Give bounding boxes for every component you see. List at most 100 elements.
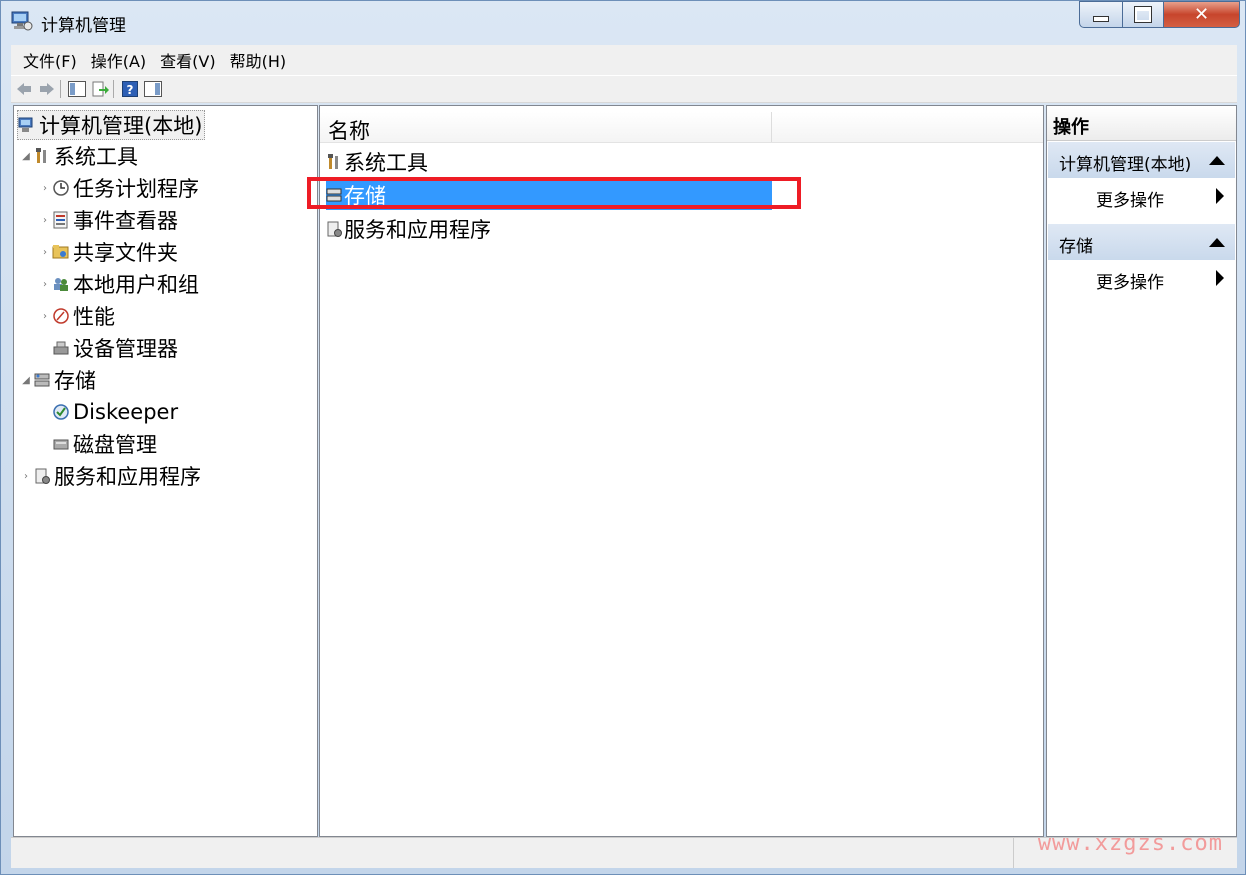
close-button[interactable]: ✕ xyxy=(1163,1,1240,28)
tree-item-shared-folders[interactable]: › 共享文件夹 xyxy=(38,238,178,266)
actions-section-title: 计算机管理(本地) xyxy=(1059,155,1192,175)
event-viewer-icon xyxy=(53,211,68,229)
show-tree-button[interactable] xyxy=(67,79,87,99)
list-item-services-applications[interactable]: 服务和应用程序 xyxy=(326,214,491,244)
column-header-name[interactable]: 名称 xyxy=(328,115,370,145)
actions-pane-header: 操作 xyxy=(1047,106,1236,141)
status-bar-divider xyxy=(1013,838,1014,868)
device-manager-icon xyxy=(53,341,69,355)
back-button[interactable] xyxy=(14,79,34,99)
maximize-button[interactable] xyxy=(1122,1,1164,28)
tree-label: Diskeeper xyxy=(73,400,179,424)
column-divider[interactable] xyxy=(771,112,772,142)
services-icon xyxy=(35,468,50,484)
tree-label: 磁盘管理 xyxy=(73,433,157,457)
expand-arrow-icon[interactable]: › xyxy=(19,471,33,482)
tree-label: 性能 xyxy=(73,305,115,329)
maximize-icon xyxy=(1134,6,1152,23)
actions-pane-title: 操作 xyxy=(1053,117,1089,138)
tree-label: 事件查看器 xyxy=(73,209,178,233)
tree-item-diskeeper[interactable]: Diskeeper xyxy=(52,398,178,426)
tree-label: 系统工具 xyxy=(54,145,138,169)
collapse-arrow-icon[interactable]: ◢ xyxy=(19,375,33,386)
actions-section-computer-management[interactable]: 计算机管理(本地) xyxy=(1048,142,1235,178)
action-label: 更多操作 xyxy=(1096,273,1164,293)
computer-management-icon xyxy=(18,117,33,132)
menu-bar: 文件(F) 操作(A) 查看(V) 帮助(H) xyxy=(11,45,1237,75)
tree-item-services-applications[interactable]: › 服务和应用程序 xyxy=(19,462,201,490)
action-label: 更多操作 xyxy=(1096,191,1164,211)
toolbar: ? xyxy=(11,75,1237,103)
tree-item-disk-management[interactable]: 磁盘管理 xyxy=(52,430,157,458)
tools-icon xyxy=(328,154,338,169)
tree-label: 存储 xyxy=(54,369,96,393)
expand-arrow-icon[interactable]: › xyxy=(38,215,52,226)
window-title: 计算机管理 xyxy=(41,16,126,36)
help-button[interactable]: ? xyxy=(120,79,140,99)
tree-item-task-scheduler[interactable]: › 任务计划程序 xyxy=(38,174,199,202)
expand-arrow-icon[interactable]: › xyxy=(38,311,52,322)
column-header: 名称 xyxy=(320,112,1043,143)
tree-item-event-viewer[interactable]: › 事件查看器 xyxy=(38,206,178,234)
tree-item-system-tools[interactable]: ◢ 系统工具 xyxy=(19,142,138,170)
navigation-tree: 计算机管理(本地) ◢ 系统工具 › 任务计划程序 › 事件查看器 › 共享文件… xyxy=(13,105,318,837)
tree-item-device-manager[interactable]: 设备管理器 xyxy=(52,334,178,362)
tree-label: 任务计划程序 xyxy=(73,177,199,201)
tree-label: 服务和应用程序 xyxy=(54,465,201,489)
users-icon xyxy=(54,278,68,291)
toolbar-separator xyxy=(60,80,61,98)
content-list-view: 名称 系统工具 存储 服务和应用程序 xyxy=(319,105,1044,837)
submenu-arrow-icon xyxy=(1216,188,1224,204)
export-icon xyxy=(92,81,109,97)
close-icon: ✕ xyxy=(1193,4,1210,25)
computer-management-icon xyxy=(11,11,33,31)
menu-help[interactable]: 帮助(H) xyxy=(230,48,287,72)
forward-icon xyxy=(40,83,54,95)
expand-arrow-icon[interactable]: › xyxy=(38,183,52,194)
svg-text:?: ? xyxy=(127,83,134,97)
clock-icon xyxy=(53,180,69,196)
minimize-button[interactable] xyxy=(1079,1,1123,28)
tools-icon xyxy=(36,148,46,163)
tree-label: 计算机管理(本地) xyxy=(39,114,203,138)
menu-file[interactable]: 文件(F) xyxy=(23,48,77,72)
expand-arrow-icon[interactable]: › xyxy=(38,279,52,290)
menu-view[interactable]: 查看(V) xyxy=(160,48,215,72)
actions-more-actions-2[interactable]: 更多操作 xyxy=(1048,260,1235,296)
storage-icon xyxy=(34,373,50,387)
services-icon xyxy=(327,221,342,237)
tree-item-local-users-groups[interactable]: › 本地用户和组 xyxy=(38,270,199,298)
forward-button[interactable] xyxy=(37,79,57,99)
actions-section-storage[interactable]: 存储 xyxy=(1048,224,1235,260)
computer-management-window: 计算机管理 ✕ 文件(F) 操作(A) 查看(V) 帮助(H) ? 计算机管理(… xyxy=(0,0,1246,875)
list-item-label: 服务和应用程序 xyxy=(344,218,491,242)
shared-folder-icon xyxy=(52,245,69,259)
tree-item-computer-management-local[interactable]: 计算机管理(本地) xyxy=(17,110,206,140)
tree-label: 本地用户和组 xyxy=(73,273,199,297)
watermark-text: www.xzgzs.com xyxy=(1037,831,1223,856)
expand-arrow-icon[interactable]: › xyxy=(38,247,52,258)
actions-more-actions-1[interactable]: 更多操作 xyxy=(1048,178,1235,214)
actions-pane: 操作 计算机管理(本地) 更多操作 存储 更多操作 xyxy=(1046,105,1237,837)
minimize-icon xyxy=(1093,15,1109,22)
list-item-system-tools[interactable]: 系统工具 xyxy=(326,147,428,177)
collapse-up-icon[interactable] xyxy=(1209,238,1225,247)
list-item-label: 系统工具 xyxy=(344,151,428,175)
show-action-pane-button[interactable] xyxy=(143,79,163,99)
tree-label: 设备管理器 xyxy=(73,337,178,361)
back-icon xyxy=(17,83,31,95)
actions-section-title: 存储 xyxy=(1059,237,1093,257)
toolbar-separator xyxy=(113,80,114,98)
tree-item-storage[interactable]: ◢ 存储 xyxy=(19,366,96,394)
help-icon: ? xyxy=(122,81,138,97)
collapse-arrow-icon[interactable]: ◢ xyxy=(19,151,33,162)
collapse-up-icon[interactable] xyxy=(1209,156,1225,165)
diskeeper-icon xyxy=(53,404,69,420)
show-action-pane-icon xyxy=(144,81,162,97)
menu-action[interactable]: 操作(A) xyxy=(91,48,146,72)
annotation-highlight-box xyxy=(307,177,801,209)
performance-icon xyxy=(53,308,69,324)
tree-item-performance[interactable]: › 性能 xyxy=(38,302,115,330)
title-bar[interactable]: 计算机管理 ✕ xyxy=(1,1,1246,43)
export-button[interactable] xyxy=(90,79,110,99)
